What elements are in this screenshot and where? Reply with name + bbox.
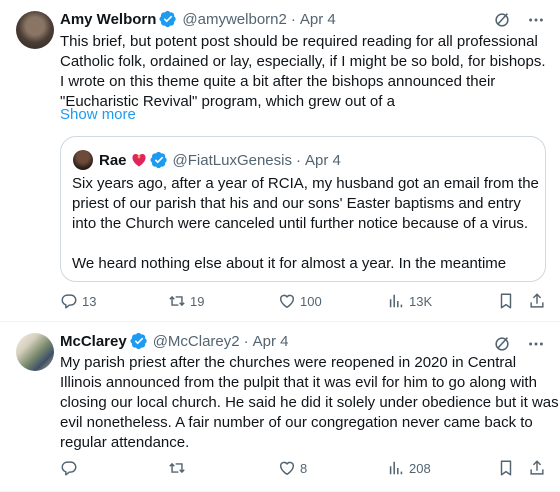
repost-button[interactable]: 19 [168, 290, 204, 312]
quote-text-line [72, 234, 542, 254]
avatar[interactable] [16, 11, 54, 49]
share-icon [528, 459, 546, 477]
share-button[interactable] [528, 457, 546, 479]
view-count: 208 [409, 460, 431, 476]
verified-badge-icon [159, 10, 177, 28]
like-button[interactable]: 8 [278, 457, 307, 479]
tweet-text-line: Catholic folk, ordained or lay, especial… [60, 53, 546, 70]
quote-header: Rae @FiatLuxGenesis · Apr 4 [73, 150, 341, 170]
bookmark-button[interactable] [497, 457, 515, 479]
tweet-amy-welborn[interactable]: Amy Welborn @amywelborn2 · Apr 4 This br… [0, 0, 560, 322]
tweet-text: My parish priest after the churches were… [60, 353, 559, 453]
like-icon [278, 292, 296, 310]
tweet-mcclarey[interactable]: McClarey @McClarey2 · Apr 4 My parish pr… [0, 323, 560, 492]
author-name[interactable]: McClarey [60, 333, 127, 350]
views-button[interactable]: 13K [387, 290, 432, 312]
repost-icon [168, 292, 186, 310]
share-button[interactable] [528, 290, 546, 312]
tweet-text-line: regular attendance. [60, 434, 190, 451]
quote-text-line: into the Church were canceled until furt… [72, 215, 529, 232]
share-icon [528, 292, 546, 310]
post-date[interactable]: Apr 4 [300, 11, 336, 28]
like-icon [278, 459, 296, 477]
quote-date: Apr 4 [304, 151, 341, 169]
author-handle[interactable]: @McClarey2 [153, 333, 240, 350]
reply-icon [60, 292, 78, 310]
reply-button[interactable] [60, 457, 82, 479]
heart-emoji-icon [131, 153, 146, 167]
quote-text-line: We heard nothing else about it for almos… [72, 255, 507, 272]
quote-author-name: Rae [99, 151, 127, 169]
author-handle[interactable]: @amywelborn2 [182, 11, 286, 28]
verified-badge-icon [130, 332, 148, 350]
quote-text-line: Six years ago, after a year of RCIA, my … [72, 175, 539, 192]
author-name[interactable]: Amy Welborn [60, 11, 156, 28]
separator: · [295, 151, 301, 169]
quote-text-line: priest of our parish that his and our so… [72, 195, 521, 212]
like-count: 8 [300, 460, 308, 476]
bookmark-button[interactable] [497, 290, 515, 312]
bookmark-icon [497, 459, 515, 477]
tweet-header: McClarey @McClarey2 · Apr 4 [60, 331, 288, 351]
tweet-text-line: This brief, but potent post should be re… [60, 33, 538, 50]
repost-button[interactable] [168, 457, 190, 479]
reply-count: 13 [82, 293, 97, 309]
grok-icon[interactable] [492, 10, 512, 30]
tweet-text-line: My parish priest after the churches were… [60, 354, 517, 371]
more-icon[interactable] [526, 10, 546, 30]
like-button[interactable]: 100 [278, 290, 322, 312]
tweet-text: This brief, but potent post should be re… [60, 32, 548, 112]
show-more-link[interactable]: Show more [60, 106, 136, 123]
reply-button[interactable]: 13 [60, 290, 96, 312]
tweet-text-line: closing our local church. He said he did… [60, 394, 559, 411]
view-count: 13K [409, 293, 433, 309]
separator: · [290, 10, 296, 28]
grok-icon[interactable] [492, 334, 512, 354]
like-count: 100 [300, 293, 322, 309]
post-date[interactable]: Apr 4 [253, 333, 289, 350]
repost-count: 19 [190, 293, 205, 309]
tweet-text-line: Illinois announced from the pulpit that … [60, 374, 537, 391]
views-icon [387, 292, 405, 310]
quote-author-handle: @FiatLuxGenesis [172, 151, 292, 169]
more-icon[interactable] [526, 334, 546, 354]
separator: · [243, 332, 249, 350]
tweet-actions: 8 208 [60, 457, 548, 479]
avatar[interactable] [16, 333, 54, 371]
reply-icon [60, 459, 78, 477]
quote-avatar [73, 150, 93, 170]
views-icon [387, 459, 405, 477]
verified-badge-icon [150, 151, 168, 169]
views-button[interactable]: 208 [387, 457, 431, 479]
repost-icon [168, 459, 186, 477]
tweet-top-actions [492, 334, 546, 354]
tweet-top-actions [492, 10, 546, 30]
tweet-actions: 13 19 100 13K [60, 290, 548, 312]
tweet-text-line: evil nonetheless. A fair number of our c… [60, 414, 533, 431]
tweet-header: Amy Welborn @amywelborn2 · Apr 4 [60, 9, 336, 29]
bookmark-icon [497, 292, 515, 310]
quoted-tweet[interactable]: Rae @FiatLuxGenesis · Apr 4 Six years ag… [60, 136, 546, 282]
quote-text: Six years ago, after a year of RCIA, my … [72, 174, 542, 274]
tweet-text-line: I wrote on this theme quite a bit after … [60, 73, 496, 90]
